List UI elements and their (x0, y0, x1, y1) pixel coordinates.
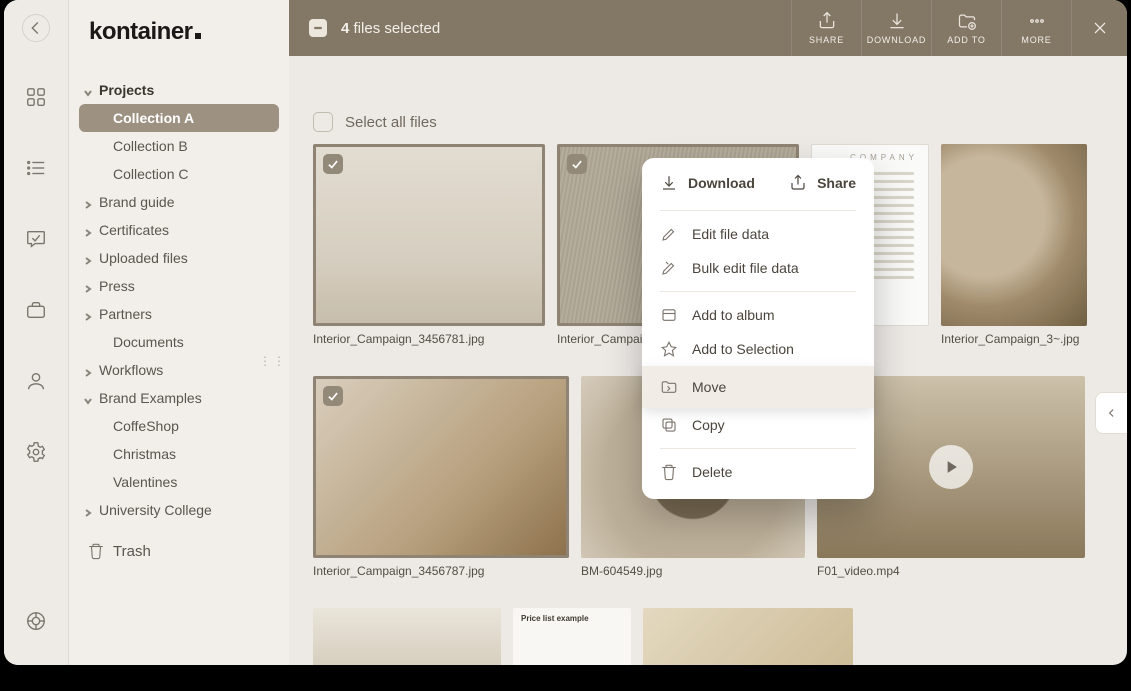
file-name: Interior_Campaign_3~.jpg (941, 332, 1087, 346)
tree-item-label: Christmas (113, 446, 176, 462)
menu-share[interactable]: Share (789, 174, 856, 192)
gear-icon[interactable] (25, 441, 47, 468)
tree-item[interactable]: Brand guide (79, 188, 279, 216)
context-menu: Download Share Edit file data Bulk edit … (642, 158, 874, 499)
back-button[interactable] (22, 14, 50, 42)
close-selection-button[interactable] (1071, 0, 1127, 56)
file-item[interactable] (643, 608, 853, 665)
file-name: Interior_Campaign_3456787.jpg (313, 564, 569, 578)
selection-count: 4 files selected (341, 20, 440, 37)
help-icon[interactable] (25, 610, 47, 637)
download-button[interactable]: DOWNLOAD (861, 0, 931, 56)
file-item[interactable]: Interior_Campaign_3456787.jpg (313, 376, 569, 578)
tree-item-label: Collection C (113, 166, 188, 182)
tree-item[interactable]: Collection A (79, 104, 279, 132)
tree-item-label: Uploaded files (99, 250, 188, 266)
tree-item-label: Collection A (113, 110, 194, 126)
selected-check-icon (323, 154, 343, 174)
play-icon[interactable] (929, 445, 973, 489)
selection-action-bar: 4 files selected SHARE DOWNLOAD ADD TO M… (289, 0, 1127, 56)
tree-item[interactable]: Partners (79, 300, 279, 328)
file-item[interactable]: Price list example (513, 608, 631, 665)
tree-item[interactable]: CoffeShop (79, 412, 279, 440)
file-name: BM-604549.jpg (581, 564, 805, 578)
share-button[interactable]: SHARE (791, 0, 861, 56)
menu-edit-file-data[interactable]: Edit file data (642, 217, 874, 251)
menu-move[interactable]: Move (642, 366, 874, 408)
tree-item[interactable]: Workflows (79, 356, 279, 384)
file-item[interactable] (313, 608, 501, 665)
menu-bulk-edit[interactable]: Bulk edit file data (642, 251, 874, 285)
file-item[interactable]: Interior_Campaign_3~.jpg (941, 144, 1087, 346)
tree-item[interactable]: Valentines (79, 468, 279, 496)
selection-indicator[interactable] (309, 19, 327, 37)
tree-item-label: University College (99, 502, 212, 518)
tree-item[interactable]: Uploaded files (79, 244, 279, 272)
file-item[interactable]: Interior_Campaign_3456781.jpg (313, 144, 545, 346)
menu-copy[interactable]: Copy (642, 408, 874, 442)
tree-item-label: Certificates (99, 222, 169, 238)
select-all-checkbox[interactable]: Select all files (313, 112, 1103, 132)
chat-icon[interactable] (25, 228, 47, 255)
user-icon[interactable] (25, 370, 47, 397)
tree-item[interactable]: Press (79, 272, 279, 300)
selected-check-icon (323, 386, 343, 406)
grid-icon[interactable] (25, 86, 47, 113)
tree-item-label: Documents (113, 334, 184, 350)
tree-item-label: Collection B (113, 138, 188, 154)
tree-item-label: Projects (99, 82, 154, 98)
select-all-label: Select all files (345, 114, 437, 131)
nav-rail (4, 0, 68, 665)
tree-item[interactable]: University College (79, 496, 279, 524)
tree-item-label: Partners (99, 306, 152, 322)
briefcase-icon[interactable] (25, 299, 47, 326)
menu-add-to-selection[interactable]: Add to Selection (642, 332, 874, 366)
tree-item-label: Brand guide (99, 194, 175, 210)
tree-item-label: Brand Examples (99, 390, 202, 406)
add-to-button[interactable]: ADD TO (931, 0, 1001, 56)
tree-item[interactable]: Christmas (79, 440, 279, 468)
trash-label: Trash (113, 543, 151, 560)
sidebar: kontainer Projects Collection A Collection… (68, 0, 289, 665)
file-name: F01_video.mp4 (817, 564, 1085, 578)
tree-item-label: Valentines (113, 474, 177, 490)
tree-item-label: Workflows (99, 362, 163, 378)
side-panel-toggle[interactable] (1095, 392, 1127, 434)
tree-item-label: Press (99, 278, 135, 294)
trash-link[interactable]: Trash (79, 524, 279, 560)
sidebar-resize-handle[interactable]: ⋮⋮ (259, 354, 287, 368)
tree-item[interactable]: Documents (79, 328, 279, 356)
tree-item[interactable]: Brand Examples (79, 384, 279, 412)
menu-delete[interactable]: Delete (642, 455, 874, 489)
list-icon[interactable] (25, 157, 47, 184)
selected-check-icon (567, 154, 587, 174)
file-name: Interior_Campaign_3456781.jpg (313, 332, 545, 346)
more-button[interactable]: MORE (1001, 0, 1071, 56)
menu-add-to-album[interactable]: Add to album (642, 298, 874, 332)
tree-item[interactable]: Projects (79, 76, 279, 104)
tree-item[interactable]: Collection B (79, 132, 279, 160)
tree-item[interactable]: Collection C (79, 160, 279, 188)
tree-item[interactable]: Certificates (79, 216, 279, 244)
menu-download[interactable]: Download (660, 174, 755, 192)
tree-item-label: CoffeShop (113, 418, 179, 434)
brand-logo: kontainer (79, 14, 279, 76)
